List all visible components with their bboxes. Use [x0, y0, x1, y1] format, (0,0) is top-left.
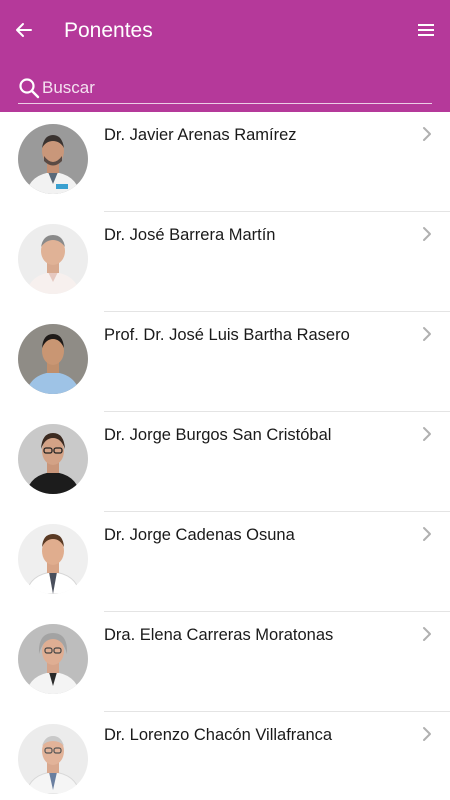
speaker-name: Dr. Jorge Burgos San Cristóbal	[104, 426, 332, 444]
arrow-left-icon	[16, 23, 32, 37]
search-bar	[18, 72, 432, 104]
speaker-avatar	[18, 124, 88, 194]
hamburger-menu-icon	[418, 24, 434, 36]
speaker-row[interactable]: Prof. Dr. José Luis Bartha Rasero	[0, 312, 450, 412]
menu-button[interactable]	[410, 14, 442, 46]
back-button[interactable]	[8, 14, 40, 46]
app-header: Ponentes	[0, 0, 450, 112]
search-icon	[18, 77, 40, 99]
speaker-row[interactable]: Dr. Lorenzo Chacón Villafranca	[0, 712, 450, 800]
speaker-row[interactable]: Dr. Jorge Cadenas Osuna	[0, 512, 450, 612]
speaker-name: Dr. Lorenzo Chacón Villafranca	[104, 726, 333, 744]
speaker-avatar	[18, 724, 88, 794]
speaker-name: Dr. José Barrera Martín	[104, 226, 276, 244]
speaker-row[interactable]: Dra. Elena Carreras Moratonas	[0, 612, 450, 712]
speaker-row[interactable]: Dr. José Barrera Martín	[0, 212, 450, 312]
chevron-right-icon	[423, 327, 431, 341]
speaker-avatar	[18, 224, 88, 294]
page-title: Ponentes	[64, 19, 153, 42]
chevron-right-icon	[423, 727, 431, 741]
chevron-right-icon	[423, 627, 431, 641]
chevron-right-icon	[423, 427, 431, 441]
speaker-avatar	[18, 624, 88, 694]
speaker-list: Dr. Javier Arenas Ramírez Dr. José Barre…	[0, 112, 450, 800]
speaker-row[interactable]: Dr. Jorge Burgos San Cristóbal	[0, 412, 450, 512]
speaker-row[interactable]: Dr. Javier Arenas Ramírez	[0, 112, 450, 212]
chevron-right-icon	[423, 127, 431, 141]
speaker-name: Prof. Dr. José Luis Bartha Rasero	[104, 326, 350, 344]
search-input[interactable]	[42, 73, 432, 102]
speaker-name: Dr. Jorge Cadenas Osuna	[104, 526, 295, 544]
speaker-avatar	[18, 424, 88, 494]
speaker-name: Dra. Elena Carreras Moratonas	[104, 626, 334, 644]
speaker-name: Dr. Javier Arenas Ramírez	[104, 126, 297, 144]
chevron-right-icon	[423, 227, 431, 241]
speaker-avatar	[18, 324, 88, 394]
speaker-avatar	[18, 524, 88, 594]
chevron-right-icon	[423, 527, 431, 541]
